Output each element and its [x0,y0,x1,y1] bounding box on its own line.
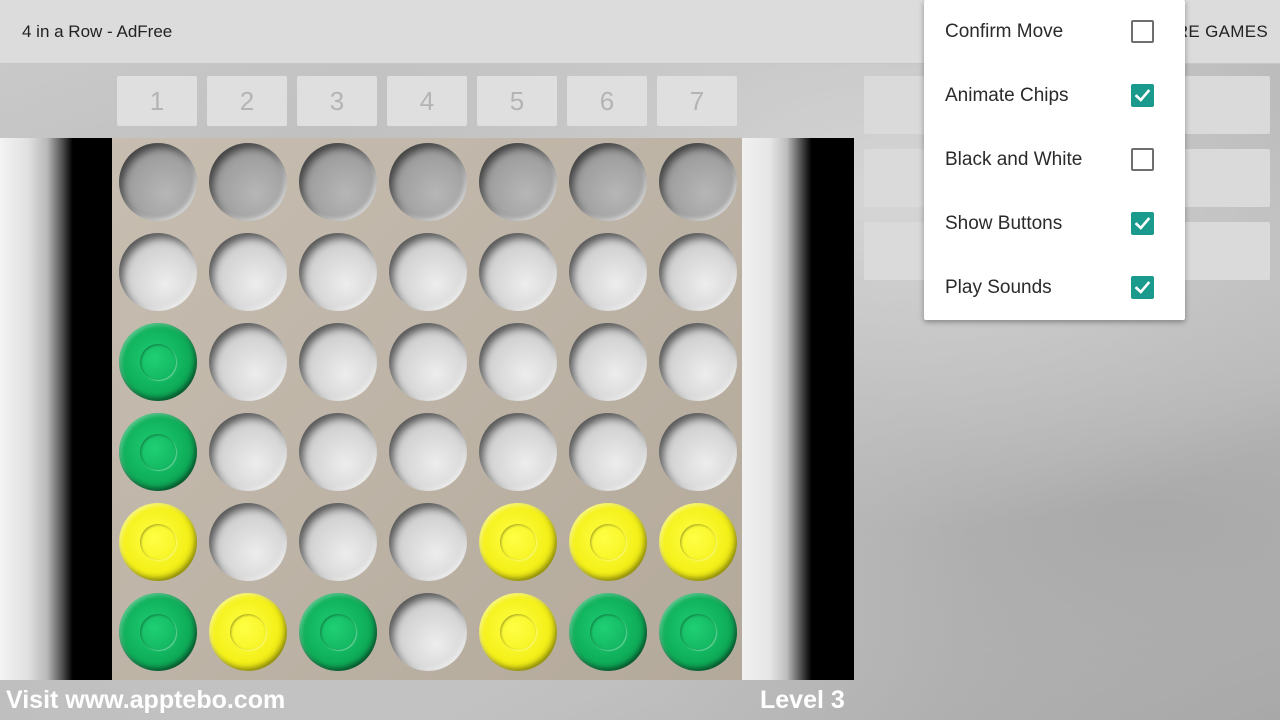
empty-slot [659,323,737,401]
empty-slot [299,143,377,221]
options-menu: Confirm Move Animate Chips Black and Whi… [924,0,1185,320]
empty-slot [389,233,467,311]
empty-slot [299,503,377,581]
yellow-chip [479,593,557,671]
menu-item-label: Show Buttons [945,213,1063,234]
green-chip [119,413,197,491]
black-and-white-checkbox[interactable] [1131,148,1154,171]
checkmark-icon [1134,217,1151,230]
empty-slot [569,323,647,401]
empty-slot [569,143,647,221]
column-button-7[interactable]: 7 [657,76,737,126]
empty-slot [209,413,287,491]
empty-slot [389,413,467,491]
confirm-move-checkbox[interactable] [1131,20,1154,43]
menu-item-show-buttons[interactable]: Show Buttons [924,192,1185,256]
empty-slot [389,143,467,221]
column-button-4[interactable]: 4 [387,76,467,126]
empty-slot [299,323,377,401]
empty-slot [479,413,557,491]
empty-slot [209,233,287,311]
yellow-chip [209,593,287,671]
yellow-chip [569,503,647,581]
play-sounds-checkbox[interactable] [1131,276,1154,299]
menu-item-label: Black and White [945,149,1083,170]
empty-slot [479,233,557,311]
app-title: 4 in a Row - AdFree [22,22,173,41]
empty-slot [569,413,647,491]
empty-slot [389,323,467,401]
empty-slot [119,143,197,221]
checkmark-icon [1134,281,1151,294]
empty-slot [389,503,467,581]
empty-slot [389,593,467,671]
green-chip [119,593,197,671]
show-buttons-checkbox[interactable] [1131,212,1154,235]
yellow-chip [479,503,557,581]
column-button-5[interactable]: 5 [477,76,557,126]
empty-slot [299,413,377,491]
column-button-3[interactable]: 3 [297,76,377,126]
empty-slot [119,233,197,311]
game-board[interactable] [112,138,742,680]
checkmark-icon [1134,89,1151,102]
empty-slot [479,323,557,401]
green-chip [569,593,647,671]
menu-item-label: Confirm Move [945,21,1064,42]
column-button-2[interactable]: 2 [207,76,287,126]
yellow-chip [119,503,197,581]
column-button-1[interactable]: 1 [117,76,197,126]
level-indicator: Level 3 [760,686,845,714]
menu-item-label: Play Sounds [945,277,1052,298]
empty-slot [209,503,287,581]
empty-slot [659,413,737,491]
green-chip [119,323,197,401]
menu-item-play-sounds[interactable]: Play Sounds [924,256,1185,320]
empty-slot [299,233,377,311]
green-chip [659,593,737,671]
menu-item-black-and-white[interactable]: Black and White [924,128,1185,192]
yellow-chip [659,503,737,581]
empty-slot [479,143,557,221]
empty-slot [569,233,647,311]
more-games-button[interactable]: RE GAMES [1176,22,1268,42]
board-left-rail [0,138,112,680]
green-chip [299,593,377,671]
empty-slot [209,143,287,221]
menu-item-label: Animate Chips [945,85,1069,106]
empty-slot [659,143,737,221]
empty-slot [659,233,737,311]
animate-chips-checkbox[interactable] [1131,84,1154,107]
menu-item-animate-chips[interactable]: Animate Chips [924,64,1185,128]
empty-slot [209,323,287,401]
menu-item-confirm-move[interactable]: Confirm Move [924,0,1185,64]
column-button-6[interactable]: 6 [567,76,647,126]
visit-website-link[interactable]: Visit www.apptebo.com [6,686,285,715]
board-right-rail [742,138,854,680]
